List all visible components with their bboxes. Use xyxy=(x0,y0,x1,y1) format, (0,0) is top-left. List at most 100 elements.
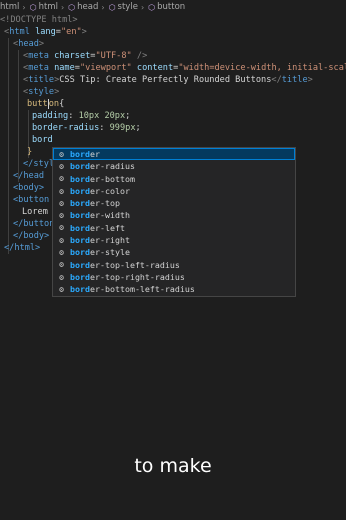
code-line: button{ xyxy=(27,98,65,109)
suggestion-match: bord xyxy=(70,222,90,233)
suggestion-item[interactable]: ⚙ bord er-top-right-radius xyxy=(53,271,295,283)
suggestion-match: bord xyxy=(70,173,90,184)
element-icon: ⬡ xyxy=(29,2,37,12)
tag-name: </html> xyxy=(4,243,41,253)
chevron-right-icon: › xyxy=(140,2,145,12)
css-property: padding xyxy=(32,111,69,121)
css-property: border-radius xyxy=(32,123,100,133)
breadcrumb-item-button[interactable]: ⬡ button xyxy=(147,2,185,12)
element-icon: ⬡ xyxy=(68,2,76,12)
autocomplete-popup[interactable]: ⚙ bord er ⚙ bord er-radius ⚙ bord er-bottom ⚙ b… xyxy=(52,147,296,297)
wrench-icon: ⚙ xyxy=(59,174,64,184)
tag-name: style xyxy=(28,87,55,97)
suggestion-match: bord xyxy=(70,185,90,196)
chevron-right-icon: › xyxy=(60,2,65,12)
wrench-icon: ⚙ xyxy=(59,223,64,233)
tag-name: html xyxy=(9,27,30,37)
tag-name: meta xyxy=(28,63,49,73)
brace: } xyxy=(27,147,33,157)
code-line: <title>CSS Tip: Create Perfectly Rounded… xyxy=(23,75,313,85)
tag-name: head xyxy=(18,39,39,49)
suggestion-match: bord xyxy=(70,235,90,246)
wrench-icon: ⚙ xyxy=(59,260,64,270)
code-line: <style> xyxy=(23,87,60,97)
suggestion-item[interactable]: ⚙ bord er xyxy=(53,148,295,161)
suggestion-item[interactable]: ⚙ bord er-radius xyxy=(53,160,295,172)
tag-name: <button xyxy=(13,195,50,205)
wrench-icon: ⚙ xyxy=(59,235,64,245)
wrench-icon: ⚙ xyxy=(59,198,64,208)
suggestion-rest: er-top-left-radius xyxy=(89,259,180,270)
css-selector: on xyxy=(48,99,60,109)
suggestion-match: bord xyxy=(70,259,90,270)
code-line: padding: 10px 20px; xyxy=(32,111,131,121)
breadcrumb-item-html[interactable]: ⬡ html xyxy=(29,2,58,12)
wrench-icon: ⚙ xyxy=(59,272,64,282)
suggestion-item[interactable]: ⚙ bord er-left xyxy=(53,222,295,234)
wrench-icon: ⚙ xyxy=(59,161,64,171)
breadcrumb-label: style xyxy=(117,2,138,12)
button-text: Lorem xyxy=(22,207,48,217)
attr-name: charset xyxy=(54,51,91,61)
breadcrumb-label: html xyxy=(38,2,58,12)
code-line: <!DOCTYPE html> xyxy=(0,14,78,26)
code-line: bord xyxy=(32,134,53,146)
css-selector: butt xyxy=(27,99,48,109)
video-caption: to make xyxy=(134,455,212,477)
wrench-icon: ⚙ xyxy=(59,248,64,258)
suggestion-match: bord xyxy=(70,149,90,159)
wrench-icon: ⚙ xyxy=(59,186,64,196)
breadcrumb-item-file[interactable]: html xyxy=(0,2,19,12)
css-value: 999px xyxy=(109,123,136,133)
attr-value: "viewport" xyxy=(79,63,132,73)
suggestion-match: bord xyxy=(70,284,90,295)
suggestion-item[interactable]: ⚙ bord er-color xyxy=(53,185,295,197)
code-line: <meta name="viewport" content="width=dev… xyxy=(23,62,346,74)
code-line: border-radius: 999px; xyxy=(32,123,141,133)
element-icon: ⬡ xyxy=(108,2,116,12)
tag-name: </button xyxy=(13,219,55,229)
code-line: </styl xyxy=(23,158,54,170)
code-line: <body> xyxy=(13,182,44,194)
code-line: <head> xyxy=(13,39,45,49)
breadcrumb-label: html xyxy=(0,2,20,12)
suggestion-rest: er xyxy=(89,149,100,159)
breadcrumb-item-style[interactable]: ⬡ style xyxy=(108,2,138,12)
attr-name: lang xyxy=(35,27,56,37)
attr-name: name xyxy=(54,63,75,73)
suggestion-item[interactable]: ⚙ bord er-width xyxy=(53,209,295,221)
tag-name: meta xyxy=(28,51,49,61)
tag-name: title xyxy=(28,75,55,85)
chevron-right-icon: › xyxy=(101,2,105,12)
tag-name: </head xyxy=(13,171,45,181)
wrench-icon: ⚙ xyxy=(59,149,64,159)
suggestion-match: bord xyxy=(70,247,90,258)
attr-value: "en" xyxy=(60,27,82,37)
suggestion-item[interactable]: ⚙ bord er-right xyxy=(53,234,295,246)
suggestion-item[interactable]: ⚙ bord er-bottom-left-radius xyxy=(53,283,295,295)
suggestion-item[interactable]: ⚙ bord er-style xyxy=(53,246,295,258)
chevron-right-icon: › xyxy=(22,2,26,12)
breadcrumb-label: head xyxy=(77,2,99,12)
suggestion-rest: er-left xyxy=(89,222,125,233)
suggestion-item[interactable]: ⚙ bord er-bottom xyxy=(53,173,295,185)
typed-text: bord xyxy=(32,135,53,145)
code-line: } xyxy=(27,146,32,158)
code-line: </html> xyxy=(4,242,40,254)
code-line: <html lang="en"> xyxy=(4,27,87,37)
suggestion-item[interactable]: ⚙ bord er-top-left-radius xyxy=(53,259,295,271)
breadcrumb-item-head[interactable]: ⬡ head xyxy=(67,2,98,12)
suggestion-rest: er-bottom xyxy=(89,173,135,184)
tag-name: <body> xyxy=(13,183,45,193)
suggestion-rest: er-bottom-left-radius xyxy=(89,284,195,295)
suggestion-rest: er-width xyxy=(89,210,130,221)
suggestion-item[interactable]: ⚙ bord er-top xyxy=(53,197,295,209)
element-icon: ⬡ xyxy=(148,2,156,12)
breadcrumb: html › ⬡ html › ⬡ head › ⬡ style › ⬡ but… xyxy=(0,0,346,14)
suggestion-rest: er-right xyxy=(89,235,130,246)
title-text: CSS Tip: Create Perfectly Rounded Button… xyxy=(59,75,272,85)
code-line: <button xyxy=(13,194,49,206)
code-line: <meta charset="UTF-8" /> xyxy=(23,51,148,61)
wrench-icon: ⚙ xyxy=(59,211,64,221)
suggestion-match: bord xyxy=(70,161,90,172)
